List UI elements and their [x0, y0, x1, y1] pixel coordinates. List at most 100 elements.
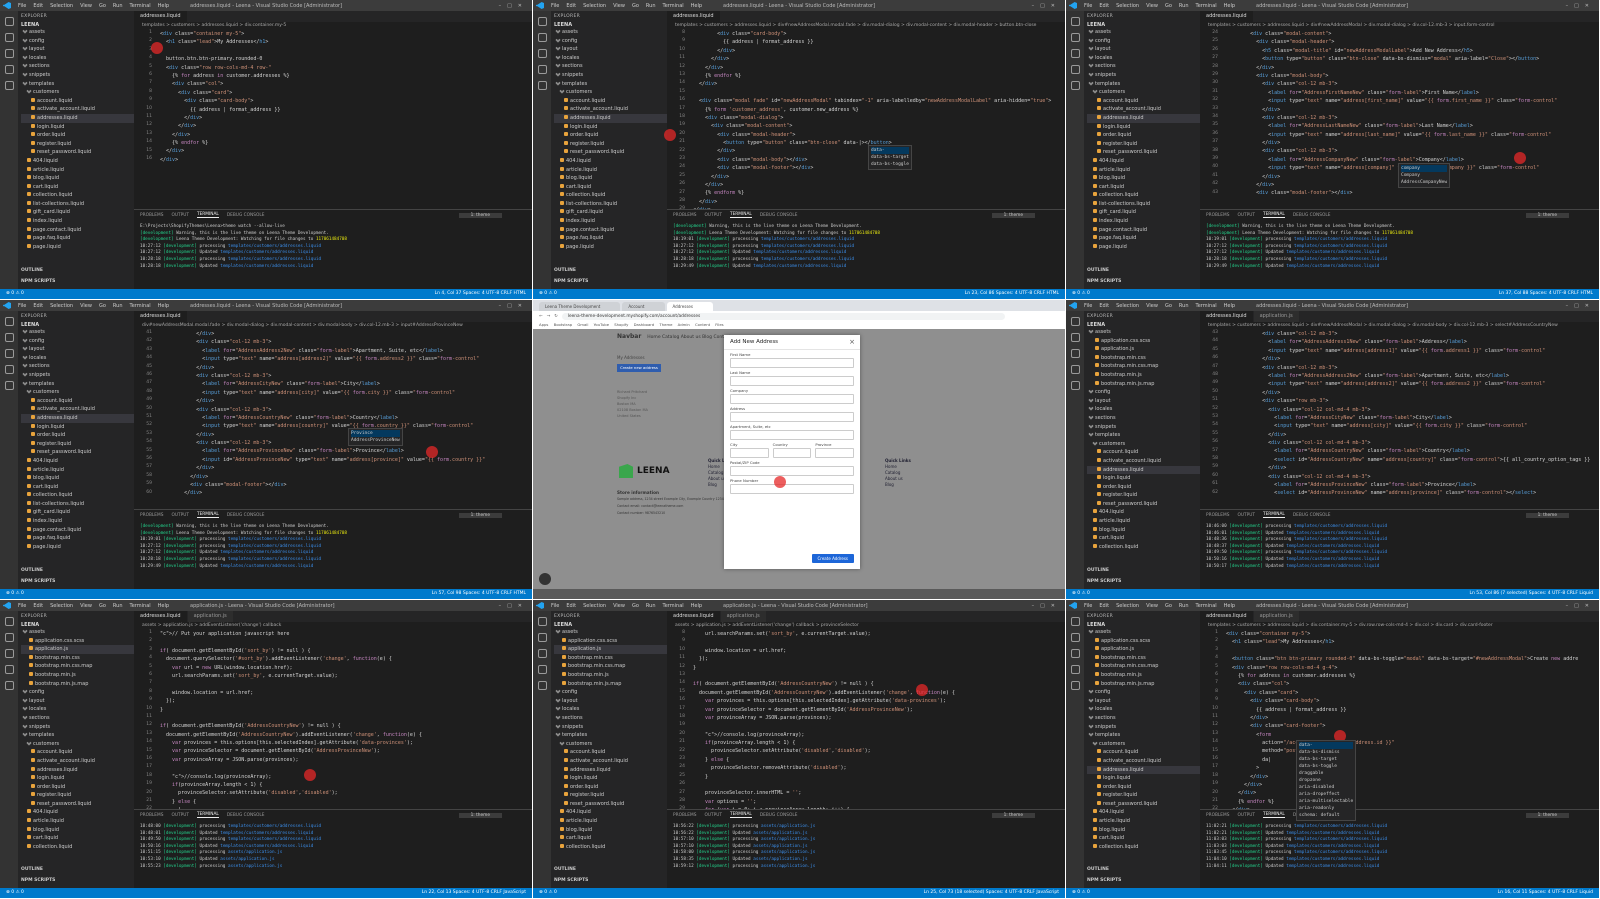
tree-file[interactable]: reset_password.liquid	[554, 800, 667, 809]
breadcrumb[interactable]: templates > customers > addresses.liquid…	[1200, 322, 1599, 330]
menu-help[interactable]: Help	[1224, 303, 1235, 309]
tree-file[interactable]: reset_password.liquid	[1087, 500, 1200, 509]
menu-run[interactable]: Run	[646, 3, 656, 9]
tree-file[interactable]: login.liquid	[21, 423, 134, 432]
npm-scripts-section[interactable]: NPM SCRIPTS	[1087, 579, 1121, 584]
panel-tab-debug-console[interactable]: DEBUG CONSOLE	[760, 213, 798, 218]
autocomplete-item[interactable]: data-bs-dismiss	[1299, 749, 1353, 756]
tree-file[interactable]: order.liquid	[554, 783, 667, 792]
window-controls[interactable]: –□✕	[1566, 603, 1595, 609]
panel-tab-output[interactable]: OUTPUT	[171, 213, 189, 218]
panel-tab-debug-console[interactable]: DEBUG CONSOLE	[1293, 213, 1331, 218]
tree-folder[interactable]: templates	[21, 379, 134, 389]
run-debug-icon[interactable]	[4, 65, 14, 74]
terminal-select[interactable]: 1: theme	[991, 212, 1035, 218]
tree-folder[interactable]: layout	[554, 45, 667, 54]
problems-status[interactable]: ⊗ 0 ⚠ 0	[1072, 291, 1090, 296]
tree-file[interactable]: reset_password.liquid	[21, 148, 134, 157]
menu-run[interactable]: Run	[1179, 603, 1189, 609]
tree-folder[interactable]: assets	[554, 628, 667, 637]
autocomplete-item[interactable]: Province	[351, 430, 400, 437]
code-lines[interactable]: 8 <div class="card-body"> 9 {{ address | …	[667, 30, 1065, 215]
window-controls[interactable]: –□✕	[499, 303, 528, 309]
files-icon[interactable]	[537, 17, 547, 26]
code-lines[interactable]: 1 <div class="container my-5"> 2 <h1 class…	[1200, 630, 1599, 815]
tree-file[interactable]: order.liquid	[21, 131, 134, 140]
tree-folder[interactable]: config	[21, 336, 134, 346]
tree-file[interactable]: page.faq.liquid	[21, 234, 134, 243]
tree-file[interactable]: bootstrap.min.css.map	[1087, 362, 1200, 371]
terminal-output[interactable]: E:\Projects\ShopifyThemes\Leena>theme wa…	[134, 220, 532, 274]
panel-tab-problems[interactable]: PROBLEMS	[1206, 813, 1229, 818]
search-icon[interactable]	[4, 33, 14, 42]
source-control-icon[interactable]	[1070, 649, 1080, 658]
breadcrumb[interactable]: assets > application.js > addEventListen…	[134, 622, 532, 630]
outline-section[interactable]: OUTLINE	[21, 268, 43, 273]
terminal-output[interactable]: 11:02:21 [development] processing templa…	[1200, 820, 1599, 874]
tree-folder[interactable]: templates	[1087, 731, 1200, 740]
tree-file[interactable]: list-collections.liquid	[21, 200, 134, 209]
tree-file[interactable]: index.liquid	[21, 217, 134, 226]
run-debug-icon[interactable]	[4, 665, 14, 674]
panel-tab-terminal[interactable]: TERMINAL	[1262, 512, 1285, 518]
tree-file[interactable]: blog.liquid	[1087, 526, 1200, 535]
panel-tab-debug-console[interactable]: DEBUG CONSOLE	[227, 213, 265, 218]
tree-file[interactable]: page.contact.liquid	[554, 226, 667, 235]
panel-tab-terminal[interactable]: TERMINAL	[729, 212, 752, 218]
tree-file[interactable]: blog.liquid	[554, 826, 667, 835]
panel-tab-terminal[interactable]: TERMINAL	[1262, 812, 1285, 818]
files-icon[interactable]	[1070, 617, 1080, 626]
tree-file[interactable]: application.css.scss	[1087, 337, 1200, 346]
panel-tab-terminal[interactable]: TERMINAL	[1262, 212, 1285, 218]
panel-tab-terminal[interactable]: TERMINAL	[196, 212, 219, 218]
editor-tab[interactable]: addresses.liquid	[667, 611, 721, 622]
tree-file[interactable]: collection.liquid	[554, 843, 667, 852]
tree-file[interactable]: activate_account.liquid	[21, 105, 134, 114]
outline-section[interactable]: OUTLINE	[21, 867, 43, 872]
tree-folder[interactable]: config	[1087, 36, 1200, 46]
tree-file[interactable]: addresses.liquid	[21, 413, 134, 423]
terminal-select[interactable]: 1: theme	[1525, 812, 1569, 818]
terminal-output[interactable]: 10:48:00 [development] processing templa…	[134, 820, 532, 874]
tree-file[interactable]: register.liquid	[21, 791, 134, 800]
tree-folder[interactable]: snippets	[21, 371, 134, 380]
back-icon[interactable]: ←	[539, 314, 543, 319]
autocomplete-popup[interactable]: Province AddressProvinceNew	[348, 428, 403, 446]
menu-run[interactable]: Run	[1179, 303, 1189, 309]
terminal-output[interactable]: [development] Warning, this is the live …	[667, 220, 1065, 274]
tree-folder[interactable]: locales	[21, 53, 134, 63]
editor-tab[interactable]: addresses.liquid	[1200, 11, 1254, 22]
text-input[interactable]	[730, 448, 769, 458]
menu-help[interactable]: Help	[158, 303, 169, 309]
run-debug-icon[interactable]	[1070, 365, 1080, 374]
tree-file[interactable]: collection.liquid	[554, 191, 667, 200]
tree-folder[interactable]: config	[1087, 688, 1200, 697]
tree-folder[interactable]: sections	[21, 62, 134, 71]
files-icon[interactable]	[537, 617, 547, 626]
menu-terminal[interactable]: Terminal	[1196, 303, 1217, 309]
tree-file[interactable]: collection.liquid	[1087, 191, 1200, 200]
menu-help[interactable]: Help	[1224, 3, 1235, 9]
autocomplete-item[interactable]: AddressProvinceNew	[351, 437, 400, 444]
terminal-select[interactable]: 1: theme	[458, 212, 502, 218]
tree-file[interactable]: bootstrap.min.js	[554, 671, 667, 680]
tree-file[interactable]: bootstrap.min.css	[1087, 654, 1200, 663]
tree-file[interactable]: 404.liquid	[1087, 157, 1200, 166]
editor-area[interactable]: addresses.liquid templates > customers > …	[134, 11, 532, 209]
editor-tab[interactable]: application.js	[1253, 311, 1300, 322]
npm-scripts-section[interactable]: NPM SCRIPTS	[21, 579, 55, 584]
tree-file[interactable]: bootstrap.min.js.map	[554, 680, 667, 689]
editor-tab[interactable]: addresses.liquid	[134, 11, 188, 22]
tree-file[interactable]: activate_account.liquid	[1087, 105, 1200, 114]
problems-status[interactable]: ⊗ 0 ⚠ 0	[6, 291, 24, 296]
tree-file[interactable]: page.faq.liquid	[1087, 234, 1200, 243]
tree-file[interactable]: bootstrap.min.js.map	[21, 680, 134, 689]
terminal-select[interactable]: 1: theme	[1525, 212, 1569, 218]
extensions-icon[interactable]	[4, 381, 14, 390]
tree-file[interactable]: activate_account.liquid	[554, 105, 667, 114]
tree-file[interactable]: register.liquid	[554, 140, 667, 149]
extensions-icon[interactable]	[537, 681, 547, 690]
breadcrumb[interactable]: templates > customers > addresses.liquid…	[667, 22, 1065, 30]
breadcrumb[interactable]: templates > customers > addresses.liquid…	[134, 22, 532, 30]
tree-folder[interactable]: snippets	[21, 71, 134, 80]
